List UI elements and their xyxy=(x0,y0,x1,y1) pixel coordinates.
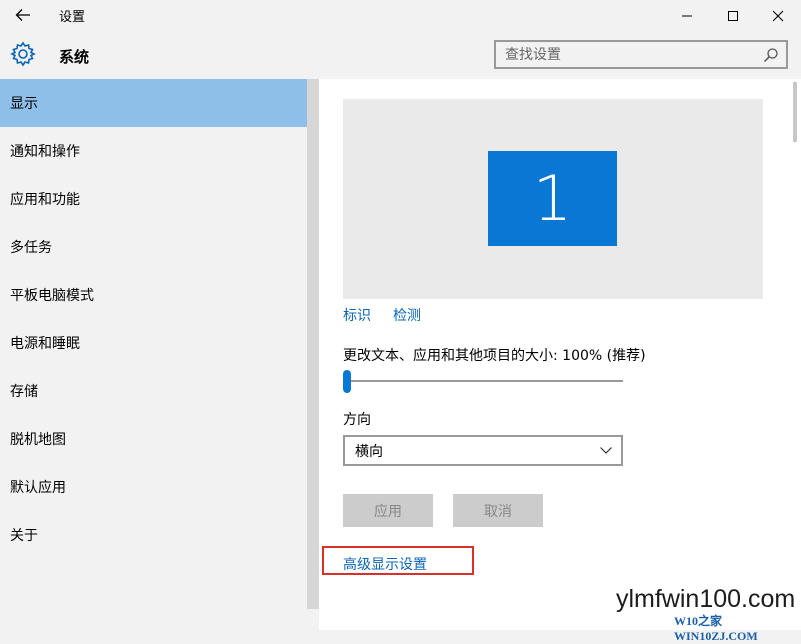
back-arrow-icon xyxy=(15,9,30,21)
watermark-sub: W10之家 WIN10ZJ.COM xyxy=(674,614,758,643)
maximize-button[interactable] xyxy=(710,0,756,31)
search-box[interactable] xyxy=(494,40,788,69)
sidebar-item-default-apps[interactable]: 默认应用 xyxy=(0,463,307,511)
content-scrollbar[interactable] xyxy=(789,79,801,630)
section-title: 系统 xyxy=(59,48,90,66)
monitor-1-tile[interactable]: 1 xyxy=(488,151,617,246)
sidebar-item-tablet-mode[interactable]: 平板电脑模式 xyxy=(0,271,307,319)
sidebar-item-label: 默认应用 xyxy=(10,480,66,496)
back-button[interactable] xyxy=(8,3,38,27)
sidebar-item-offline-maps[interactable]: 脱机地图 xyxy=(0,415,307,463)
maximize-icon xyxy=(728,10,738,21)
scale-label: 更改文本、应用和其他项目的大小: 100% (推荐) xyxy=(343,348,646,364)
orientation-select[interactable]: 横向 xyxy=(343,435,623,466)
close-icon xyxy=(772,10,784,21)
sidebar-item-notifications[interactable]: 通知和操作 xyxy=(0,127,307,175)
sidebar-item-label: 电源和睡眠 xyxy=(10,336,80,352)
search-input[interactable] xyxy=(496,42,774,67)
sidebar-item-about[interactable]: 关于 xyxy=(0,511,307,559)
sidebar-item-label: 显示 xyxy=(10,96,38,112)
minimize-icon xyxy=(682,15,692,16)
cancel-button[interactable]: 取消 xyxy=(453,494,543,527)
sidebar-item-label: 脱机地图 xyxy=(10,432,66,448)
detect-link[interactable]: 检测 xyxy=(393,305,421,325)
sidebar-item-label: 多任务 xyxy=(10,240,52,256)
chevron-down-icon xyxy=(600,447,612,454)
sidebar-item-storage[interactable]: 存储 xyxy=(0,367,307,415)
sidebar-item-label: 存储 xyxy=(10,384,38,400)
advanced-display-settings-link[interactable]: 高级显示设置 xyxy=(343,554,427,574)
window-title: 设置 xyxy=(59,10,86,25)
sidebar-item-label: 平板电脑模式 xyxy=(10,288,94,304)
sidebar-item-label: 关于 xyxy=(10,528,38,544)
minimize-button[interactable] xyxy=(664,0,710,31)
watermark-main: ylmfwin100.com xyxy=(616,585,796,613)
sidebar-item-apps-features[interactable]: 应用和功能 xyxy=(0,175,307,223)
sidebar-item-multitasking[interactable]: 多任务 xyxy=(0,223,307,271)
scale-slider-track[interactable] xyxy=(344,380,623,382)
sidebar-item-label: 应用和功能 xyxy=(10,192,80,208)
sidebar-item-power-sleep[interactable]: 电源和睡眠 xyxy=(0,319,307,367)
identify-link[interactable]: 标识 xyxy=(343,305,371,325)
scrollbar-thumb[interactable] xyxy=(793,82,797,142)
search-icon[interactable] xyxy=(762,46,780,64)
sidebar-item-label: 通知和操作 xyxy=(10,144,80,160)
gear-icon xyxy=(10,41,36,67)
orientation-label: 方向 xyxy=(343,412,371,428)
sidebar-item-display[interactable]: 显示 xyxy=(0,79,307,127)
apply-button[interactable]: 应用 xyxy=(343,494,433,527)
scale-slider-thumb[interactable] xyxy=(343,370,351,393)
sidebar-scrollbar[interactable] xyxy=(307,79,319,609)
sidebar: 显示 通知和操作 应用和功能 多任务 平板电脑模式 电源和睡眠 存储 脱机地图 … xyxy=(0,79,307,630)
monitor-number: 1 xyxy=(532,161,573,235)
close-button[interactable] xyxy=(755,0,801,31)
orientation-value: 横向 xyxy=(355,443,383,460)
